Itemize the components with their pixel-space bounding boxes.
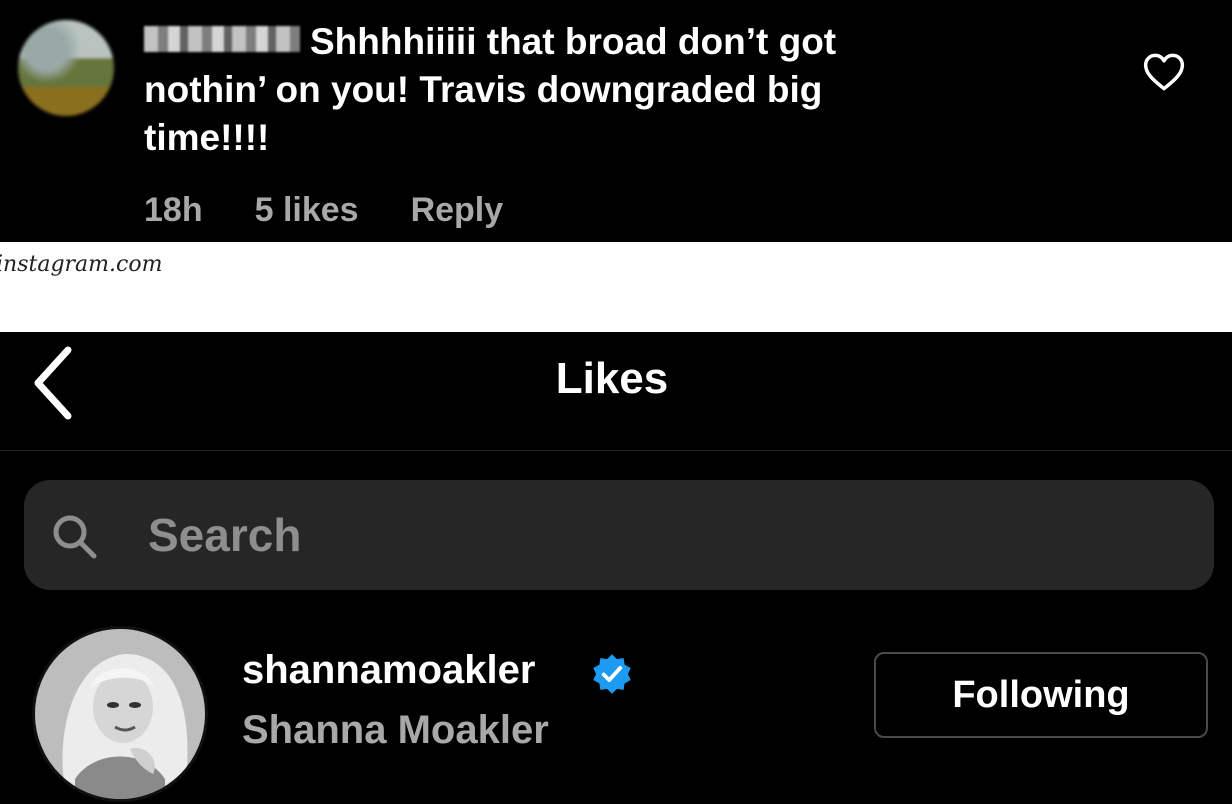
comment-time: 18h [144, 190, 203, 229]
likes-panel: Likes shannamoakler [0, 332, 1232, 804]
username[interactable]: shannamoakler [242, 648, 535, 693]
page-title: Likes [555, 354, 669, 403]
avatar-photo [35, 629, 205, 799]
user-list-item[interactable]: shannamoakler Shanna Moakler Following [0, 622, 1232, 804]
likes-header: Likes [0, 332, 1232, 451]
heart-icon[interactable] [1143, 52, 1185, 92]
verified-badge-icon [593, 654, 631, 694]
comment-panel: Shhhhiiiii that broad don’t got nothin’ … [0, 0, 1232, 242]
search-input[interactable] [148, 502, 1148, 568]
comment-body: Shhhhiiiii that broad don’t got nothin’ … [144, 18, 944, 162]
source-caption: instagram.com [0, 252, 163, 277]
search-bar[interactable] [24, 480, 1214, 590]
commenter-avatar[interactable] [18, 20, 114, 116]
commenter-username-redacted[interactable] [144, 26, 300, 52]
comment-meta: 18h 5 likes Reply [144, 188, 503, 232]
reply-button[interactable]: Reply [411, 191, 504, 230]
avatar[interactable] [32, 626, 208, 802]
source-caption-strip: instagram.com [0, 242, 1232, 332]
comment-likes-link[interactable]: 5 likes [255, 191, 359, 230]
search-icon [53, 515, 97, 559]
following-button[interactable]: Following [874, 652, 1208, 738]
full-name: Shanna Moakler [242, 708, 549, 752]
